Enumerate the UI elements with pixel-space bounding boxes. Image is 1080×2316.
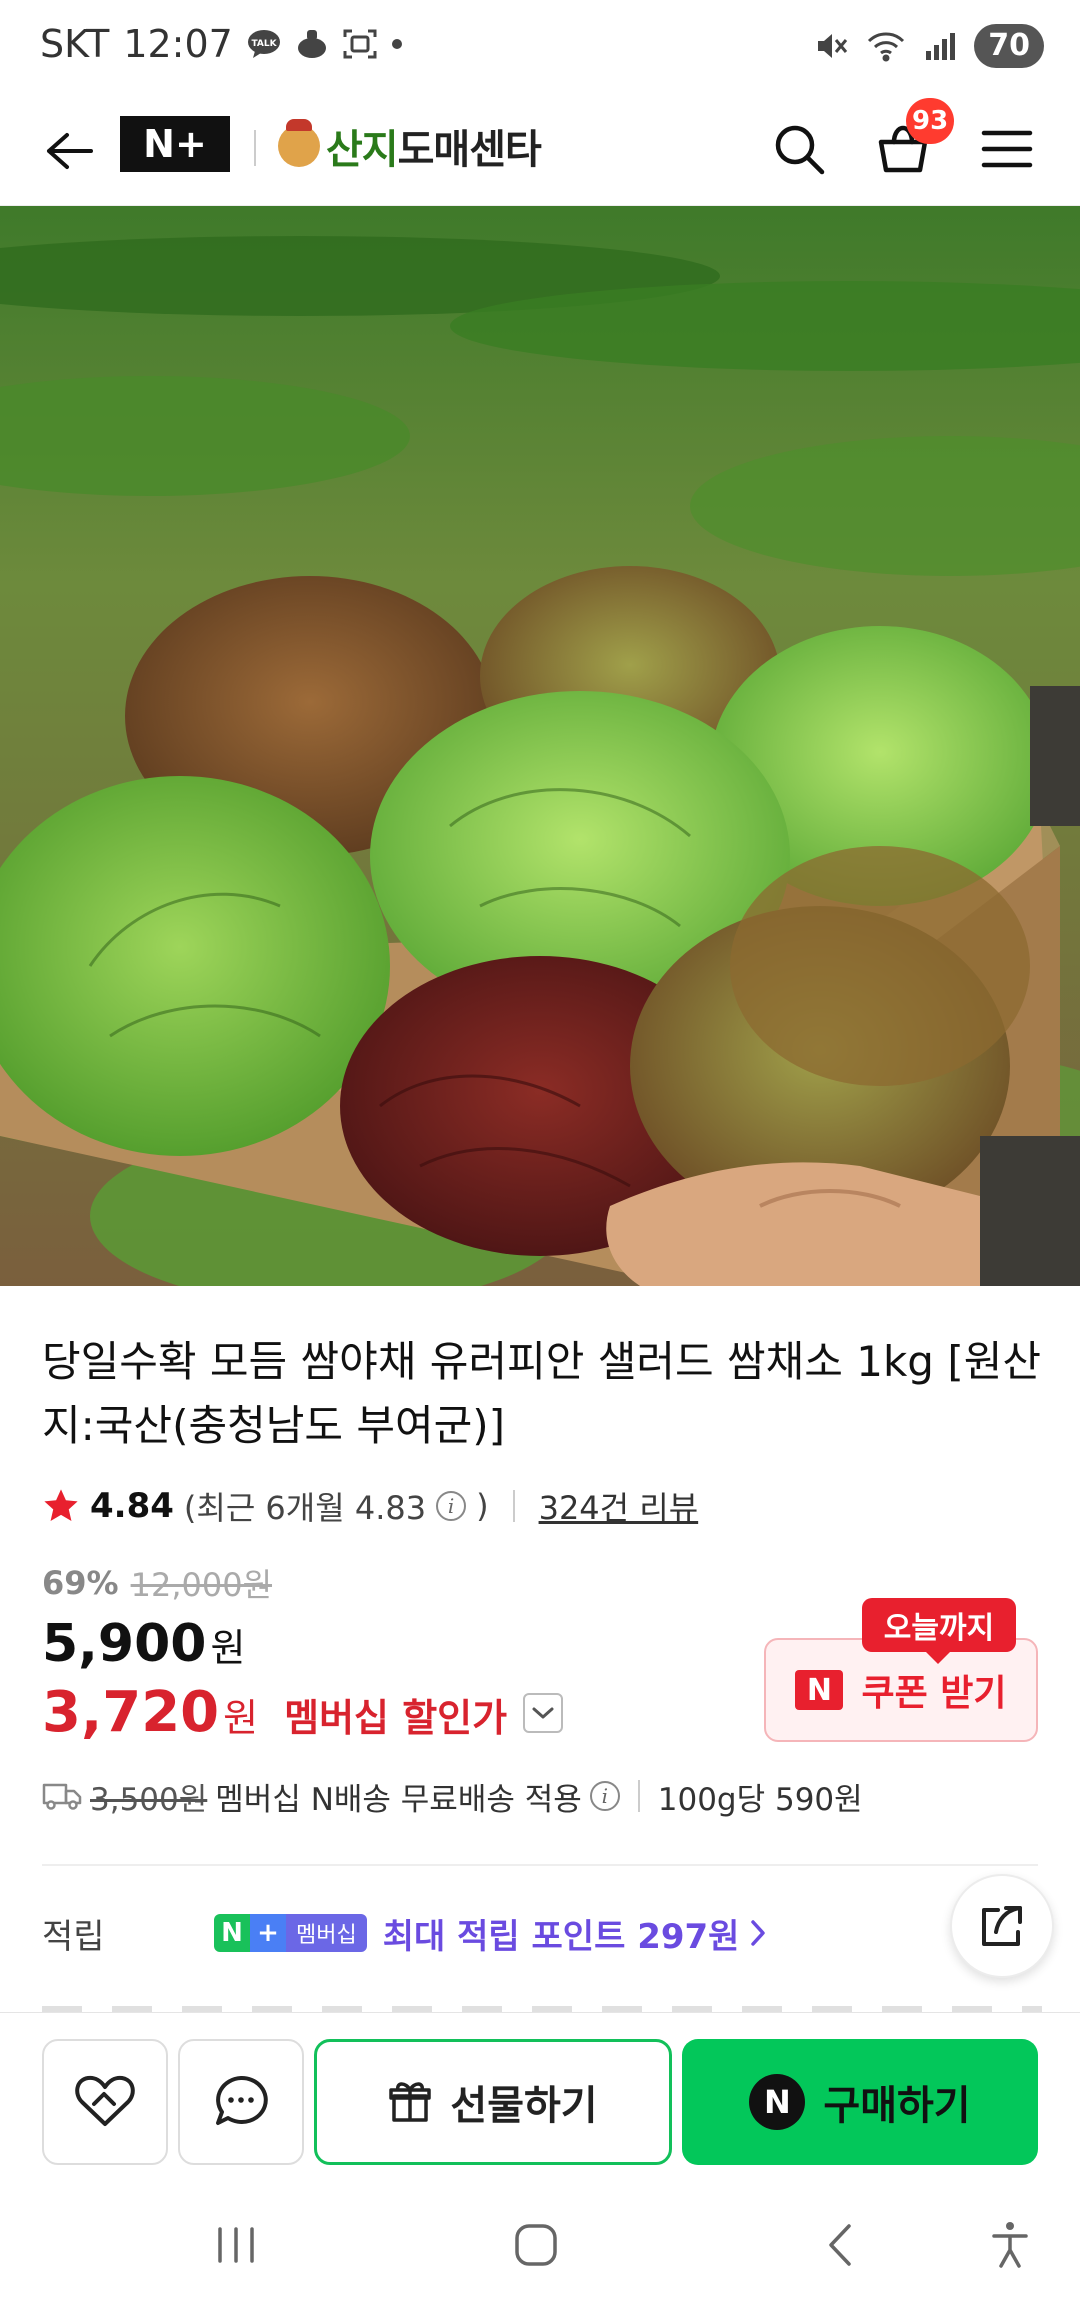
search-icon [775,125,825,175]
accessibility-icon [992,2222,1028,2268]
chevron-down-icon [532,1707,554,1718]
gift-button[interactable]: 선물하기 [314,2039,672,2165]
sale-price: 5,900 [42,1614,207,1674]
chat-icon [216,2075,268,2125]
bottom-action-bar: 선물하기 N 구매하기 [0,2012,1080,2165]
store-name: 산지도매센타 [326,117,542,175]
talk-notification-icon: TALK [247,29,281,59]
buy-button[interactable]: N 구매하기 [682,2039,1038,2165]
reward-label: 적립 [42,1916,105,1957]
naverpay-n-icon: N [749,2074,806,2130]
gift-icon [389,2082,432,2122]
store-name-dark: 도매센타 [397,127,542,173]
rating-separator [512,1490,515,1522]
status-bar: SKT 12:07 TALK 70 [0,0,1080,96]
heart-icon [75,2075,135,2126]
rating-row: 4.84 (최근 6개월 4.83 i ) 324건 리뷰 [42,1484,698,1528]
status-left: SKT 12:07 TALK [40,22,403,66]
share-icon [982,1906,1022,1946]
menu-icon [981,130,1033,168]
coupon-label: 쿠폰 받기 [861,1673,1007,1714]
back-arrow-icon [47,133,93,169]
membership-price-row: 3,720 원 멤버십 할인가 [42,1680,564,1745]
badge-plus: + [250,1914,286,1952]
system-nav-bar [0,2180,1080,2316]
review-link[interactable]: 324건 리뷰 [539,1483,699,1529]
app-header: N+ 산지도매센타 93 [0,96,1080,206]
svg-text:TALK: TALK [251,39,277,49]
section-divider [42,1864,1038,1866]
recent-rating: (최근 6개월 4.83 [183,1489,427,1527]
membership-price-label: 멤버십 할인가 [284,1696,508,1740]
membership-badge: N + 멤버십 [214,1914,367,1952]
screenshot-icon [343,28,377,60]
status-right: 70 [814,24,1044,68]
menu-button[interactable] [972,114,1042,184]
wifi-icon [866,30,906,62]
price-detail-toggle[interactable] [523,1692,564,1733]
signal-icon [924,31,956,61]
battery-indicator: 70 [974,24,1044,68]
membership-price-unit: 원 [223,1696,259,1740]
back-nav-button[interactable] [800,2210,880,2280]
membership-price: 3,720 [42,1680,220,1745]
rating-value: 4.84 [90,1486,174,1526]
product-title: 당일수확 모듬 쌈야채 유러피안 샐러드 쌈채소 1kg [원산지:국산(충청남… [42,1337,1041,1450]
header-divider [254,130,256,166]
share-button[interactable] [950,1874,1054,1978]
badge-n: N [214,1914,250,1952]
store-logo[interactable]: 산지도매센타 [278,116,542,176]
recent-apps-button[interactable] [196,2210,276,2280]
back-chevron-icon [829,2224,851,2266]
coupon-n-icon: N [795,1670,844,1710]
home-button[interactable] [496,2210,576,2280]
discount-row: 69% 12,000원 [42,1560,272,1606]
badge-text: 멤버십 [286,1914,367,1952]
reward-row[interactable]: 적립 N + 멤버십 최대 적립 포인트 297원 [42,1908,767,1958]
store-name-green: 산지 [326,127,399,173]
shipping-original-fee: 3,500원 [90,1781,208,1818]
reward-text: 최대 적립 포인트 297원 [382,1916,740,1957]
price-row: 5,900 원 [42,1614,245,1674]
talk-button[interactable] [178,2039,304,2165]
search-button[interactable] [764,114,834,184]
buy-label: 구매하기 [823,2083,971,2129]
original-price: 12,000원 [130,1566,273,1604]
store-mascot-icon [278,119,320,167]
np-logo-text: N+ [143,122,207,166]
coupon-deadline-tag: 오늘까지 [862,1598,1016,1664]
truck-icon [42,1783,82,1810]
gift-label: 선물하기 [450,2083,598,2129]
coupon-button[interactable]: N 쿠폰 받기 [764,1638,1038,1742]
wishlist-button[interactable] [42,2039,168,2165]
shipping-text: 멤버십 N배송 무료배송 적용 [215,1781,582,1818]
home-icon [515,2224,557,2266]
shipping-info-icon[interactable]: i [589,1781,620,1811]
shipping-row: 3,500원 멤버십 N배송 무료배송 적용 i 100g당 590원 [42,1774,863,1818]
info-icon[interactable]: i [436,1491,467,1521]
more-dot-icon [391,38,403,50]
naver-plus-logo[interactable]: N+ [120,116,230,172]
unit-price: 100g당 590원 [657,1781,863,1818]
back-button[interactable] [36,118,102,184]
product-photo [0,206,1080,1286]
app-notification-icon [295,28,329,60]
recent-apps-icon [218,2227,254,2263]
discount-rate: 69% [42,1564,119,1602]
accessibility-button[interactable] [970,2210,1050,2280]
product-image[interactable] [0,206,1080,1286]
carrier: SKT [40,22,110,66]
sale-price-unit: 원 [210,1626,246,1670]
star-icon [44,1489,78,1522]
shipping-separator [637,1780,640,1812]
cart-count-badge: 93 [906,98,955,144]
clock: 12:07 [123,22,233,66]
recent-rating-close: ) [476,1487,489,1525]
chevron-right-icon [749,1918,767,1948]
mute-icon [814,30,848,62]
